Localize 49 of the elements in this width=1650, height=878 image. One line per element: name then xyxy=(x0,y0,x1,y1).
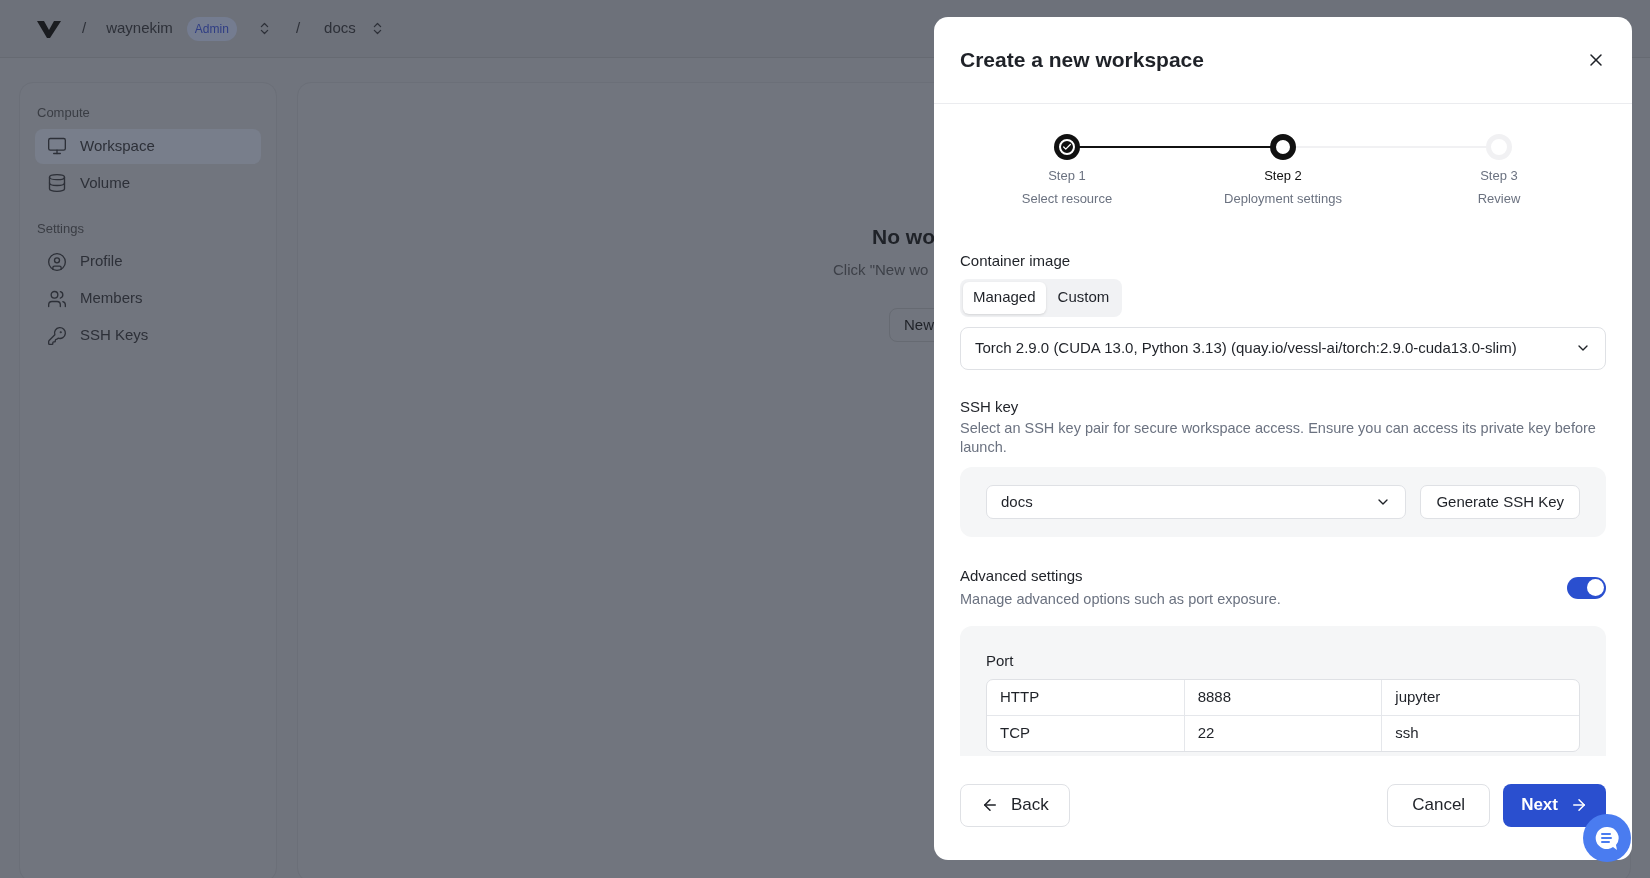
field-description: Select an SSH key pair for secure workspace access. Ensure you can access its private key before launch. xyxy=(960,419,1597,457)
users-icon xyxy=(47,288,67,309)
ssh-key-select[interactable]: docs xyxy=(986,485,1407,519)
empty-title: No wo xyxy=(872,224,935,250)
step-caption: Review xyxy=(1477,189,1521,208)
sidebar-label: Volume xyxy=(80,172,131,193)
sidebar-label: Members xyxy=(80,288,143,309)
select-value: docs xyxy=(1001,491,1033,512)
sidebar-label: Workspace xyxy=(80,135,155,156)
field-label: SSH key xyxy=(960,396,1020,417)
chat-icon xyxy=(1594,825,1620,851)
table-cell-text: HTTP xyxy=(999,687,1041,707)
section-title: Compute xyxy=(36,104,91,122)
generate-ssh-key-button[interactable]: Generate SSH Key xyxy=(1420,485,1580,519)
role-badge: Admin xyxy=(186,16,237,41)
section-title: Settings xyxy=(36,219,85,238)
key-icon xyxy=(47,325,67,346)
step-label: Step 2 xyxy=(1264,167,1302,185)
image-tab[interactable]: Custom xyxy=(1047,281,1120,314)
field-label: Port xyxy=(986,651,1015,672)
table-cell: 8888 xyxy=(1183,679,1382,715)
field-description: Manage advanced options such as port exposure. xyxy=(960,589,1281,609)
select-value: Torch 2.9.0 (CUDA 13.0, Python 3.13) (quay.io/vessl-ai/torch:2.9.0-cuda13.0-slim) xyxy=(975,337,1517,358)
table-cell: 22 xyxy=(1183,715,1382,751)
arrow-right-icon xyxy=(1570,796,1588,814)
logo-icon xyxy=(36,18,62,39)
next-button[interactable]: Next xyxy=(1503,783,1606,827)
cancel-button[interactable]: Cancel xyxy=(1387,783,1491,827)
separator: / xyxy=(295,18,301,39)
table-cell-text: TCP xyxy=(999,723,1031,743)
image-select[interactable]: Torch 2.9.0 (CUDA 13.0, Python 3.13) (quay.io/vessl-ai/torch:2.9.0-cuda13.0-slim) xyxy=(960,326,1606,370)
step-label: Step 3 xyxy=(1480,167,1518,185)
field-label: Container image xyxy=(960,251,1072,271)
step-caption: Select resource xyxy=(1021,189,1113,208)
step-caption: Deployment settings xyxy=(1224,189,1342,208)
table-cell: ssh xyxy=(1381,715,1579,751)
separator: / xyxy=(82,18,87,39)
monitor-icon xyxy=(47,136,67,156)
sidebar-label: SSH Keys xyxy=(80,325,149,346)
image-tab[interactable]: Managed xyxy=(963,281,1046,314)
sidebar-label: Profile xyxy=(80,251,123,272)
table-cell: jupyter xyxy=(1381,679,1579,715)
step-label: Step 1 xyxy=(1048,167,1086,185)
database-icon xyxy=(47,173,67,193)
back-button[interactable]: Back xyxy=(960,783,1070,827)
user-icon xyxy=(47,251,67,272)
dialog-title: Create a new workspace xyxy=(960,47,1204,74)
field-label: Advanced settings xyxy=(960,566,1084,586)
advanced-toggle[interactable] xyxy=(1567,576,1606,599)
